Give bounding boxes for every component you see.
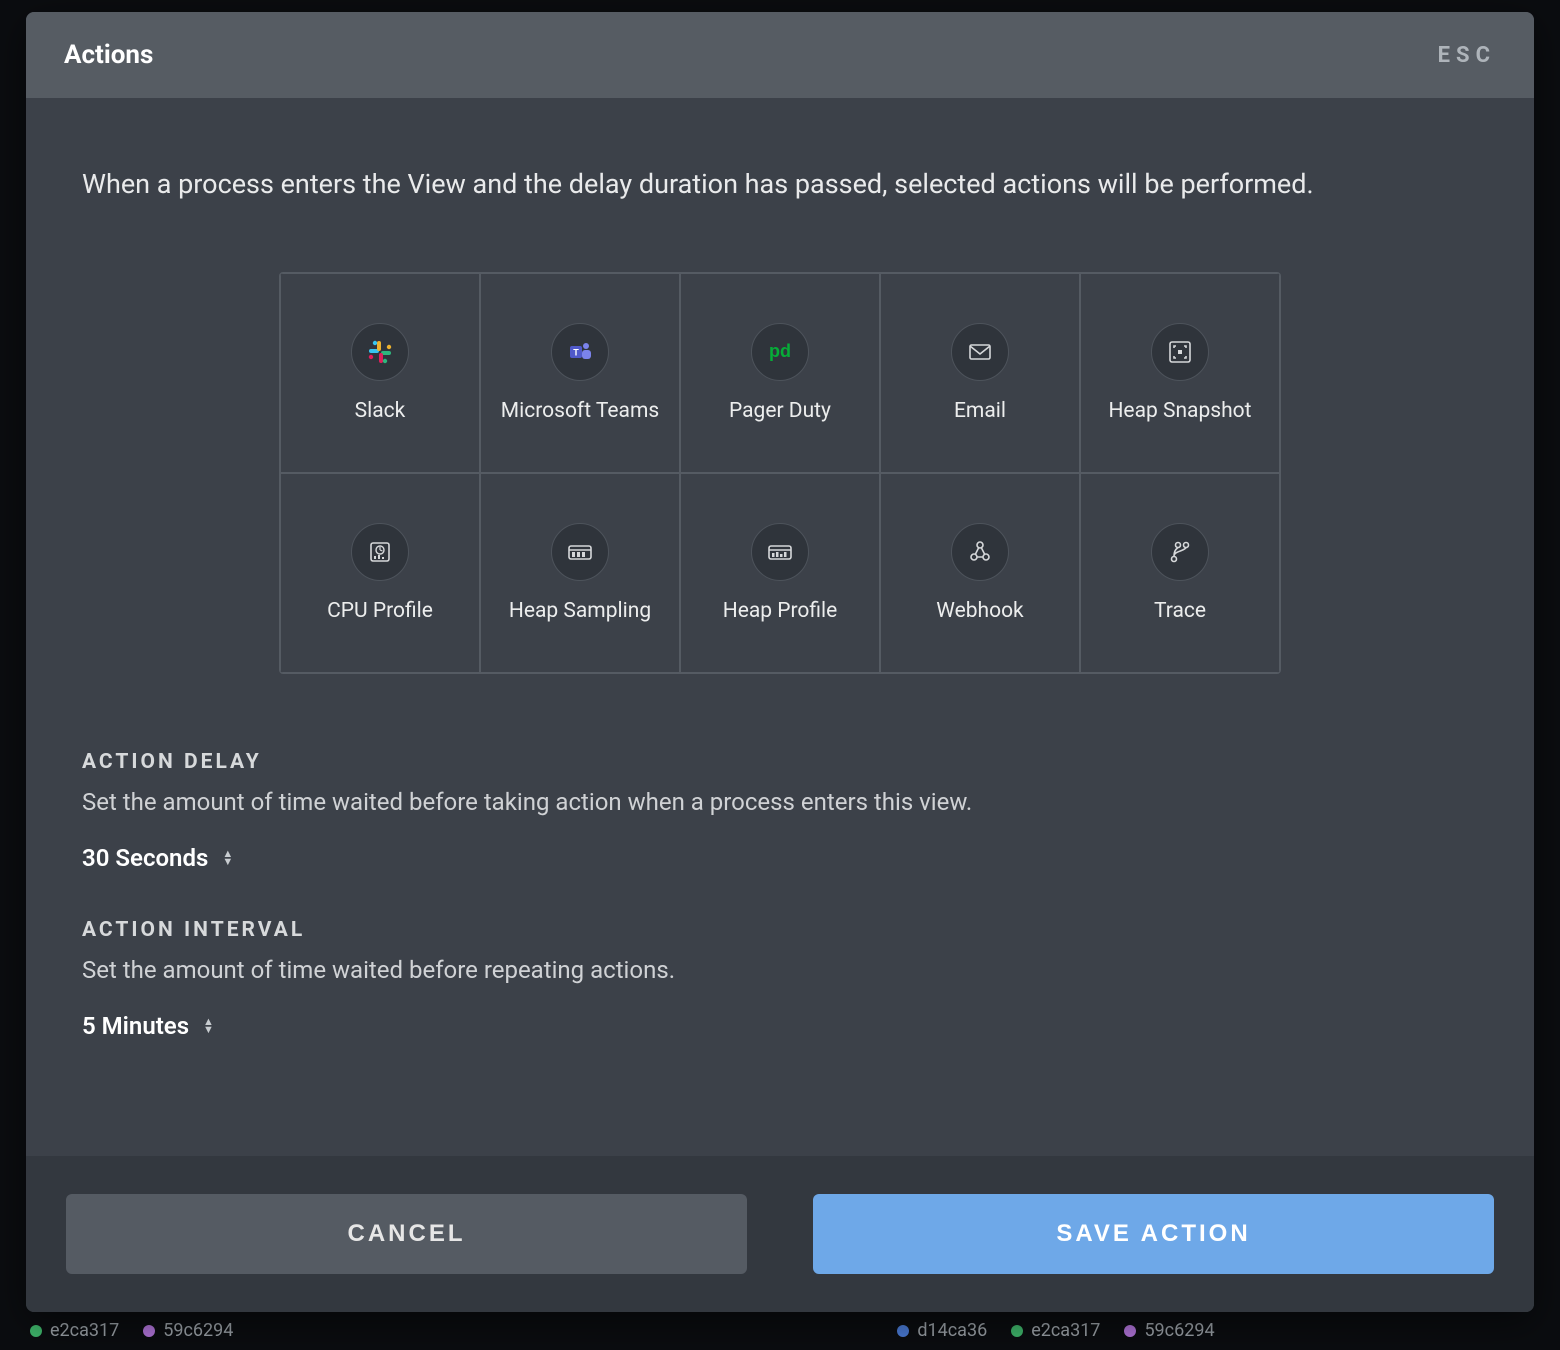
action-interval-value: 5 Minutes xyxy=(82,1012,189,1040)
action-heapsampling[interactable]: Heap Sampling xyxy=(480,473,680,673)
action-label: Webhook xyxy=(936,599,1023,623)
action-delay-value: 30 Seconds xyxy=(82,844,208,872)
save-action-button[interactable]: SAVE ACTION xyxy=(813,1194,1494,1274)
stepper-arrows-icon: ▲▼ xyxy=(203,1018,214,1034)
action-heapsnapshot[interactable]: Heap Snapshot xyxy=(1080,273,1280,473)
cpuprofile-icon xyxy=(351,523,409,581)
pagerduty-icon: pd xyxy=(751,323,809,381)
action-label: Heap Snapshot xyxy=(1108,399,1251,423)
action-label: Email xyxy=(954,399,1006,423)
modal-body: When a process enters the View and the d… xyxy=(26,98,1534,1156)
heapsampling-icon xyxy=(551,523,609,581)
action-cpuprofile[interactable]: CPU Profile xyxy=(280,473,480,673)
svg-text:pd: pd xyxy=(769,341,791,361)
action-email[interactable]: Email xyxy=(880,273,1080,473)
intro-text: When a process enters the View and the d… xyxy=(82,166,1478,202)
action-trace[interactable]: Trace xyxy=(1080,473,1280,673)
actions-modal: Actions ESC When a process enters the Vi… xyxy=(26,12,1534,1312)
modal-title: Actions xyxy=(64,40,153,70)
action-label: CPU Profile xyxy=(327,599,433,623)
action-label: Heap Profile xyxy=(723,599,838,623)
action-label: Pager Duty xyxy=(729,399,831,423)
svg-text:T: T xyxy=(573,348,579,358)
cancel-button[interactable]: CANCEL xyxy=(66,1194,747,1274)
heapprofile-icon xyxy=(751,523,809,581)
action-webhook[interactable]: Webhook xyxy=(880,473,1080,673)
action-interval-stepper[interactable]: 5 Minutes ▲▼ xyxy=(82,1012,214,1040)
stepper-arrows-icon: ▲▼ xyxy=(222,850,233,866)
webhook-icon xyxy=(951,523,1009,581)
action-grid: Slack T Microsoft Teams xyxy=(279,272,1281,674)
action-pagerduty[interactable]: pd Pager Duty xyxy=(680,273,880,473)
msteams-icon: T xyxy=(551,323,609,381)
action-heapprofile[interactable]: Heap Profile xyxy=(680,473,880,673)
close-esc-button[interactable]: ESC xyxy=(1438,43,1496,68)
modal-backdrop: Actions ESC When a process enters the Vi… xyxy=(0,0,1560,1350)
modal-header: Actions ESC xyxy=(26,12,1534,98)
action-label: Trace xyxy=(1154,599,1206,623)
action-delay-help: Set the amount of time waited before tak… xyxy=(82,788,1478,816)
action-slack[interactable]: Slack xyxy=(280,273,480,473)
heapsnapshot-icon xyxy=(1151,323,1209,381)
slack-icon xyxy=(351,323,409,381)
action-label: Microsoft Teams xyxy=(501,399,659,423)
action-label: Heap Sampling xyxy=(509,599,651,623)
email-icon xyxy=(951,323,1009,381)
action-label: Slack xyxy=(355,399,406,423)
action-delay-stepper[interactable]: 30 Seconds ▲▼ xyxy=(82,844,233,872)
action-delay-label: ACTION DELAY xyxy=(82,750,1478,774)
action-interval-label: ACTION INTERVAL xyxy=(82,918,1478,942)
trace-icon xyxy=(1151,523,1209,581)
action-interval-help: Set the amount of time waited before rep… xyxy=(82,956,1478,984)
modal-footer: CANCEL SAVE ACTION xyxy=(26,1156,1534,1312)
action-msteams[interactable]: T Microsoft Teams xyxy=(480,273,680,473)
